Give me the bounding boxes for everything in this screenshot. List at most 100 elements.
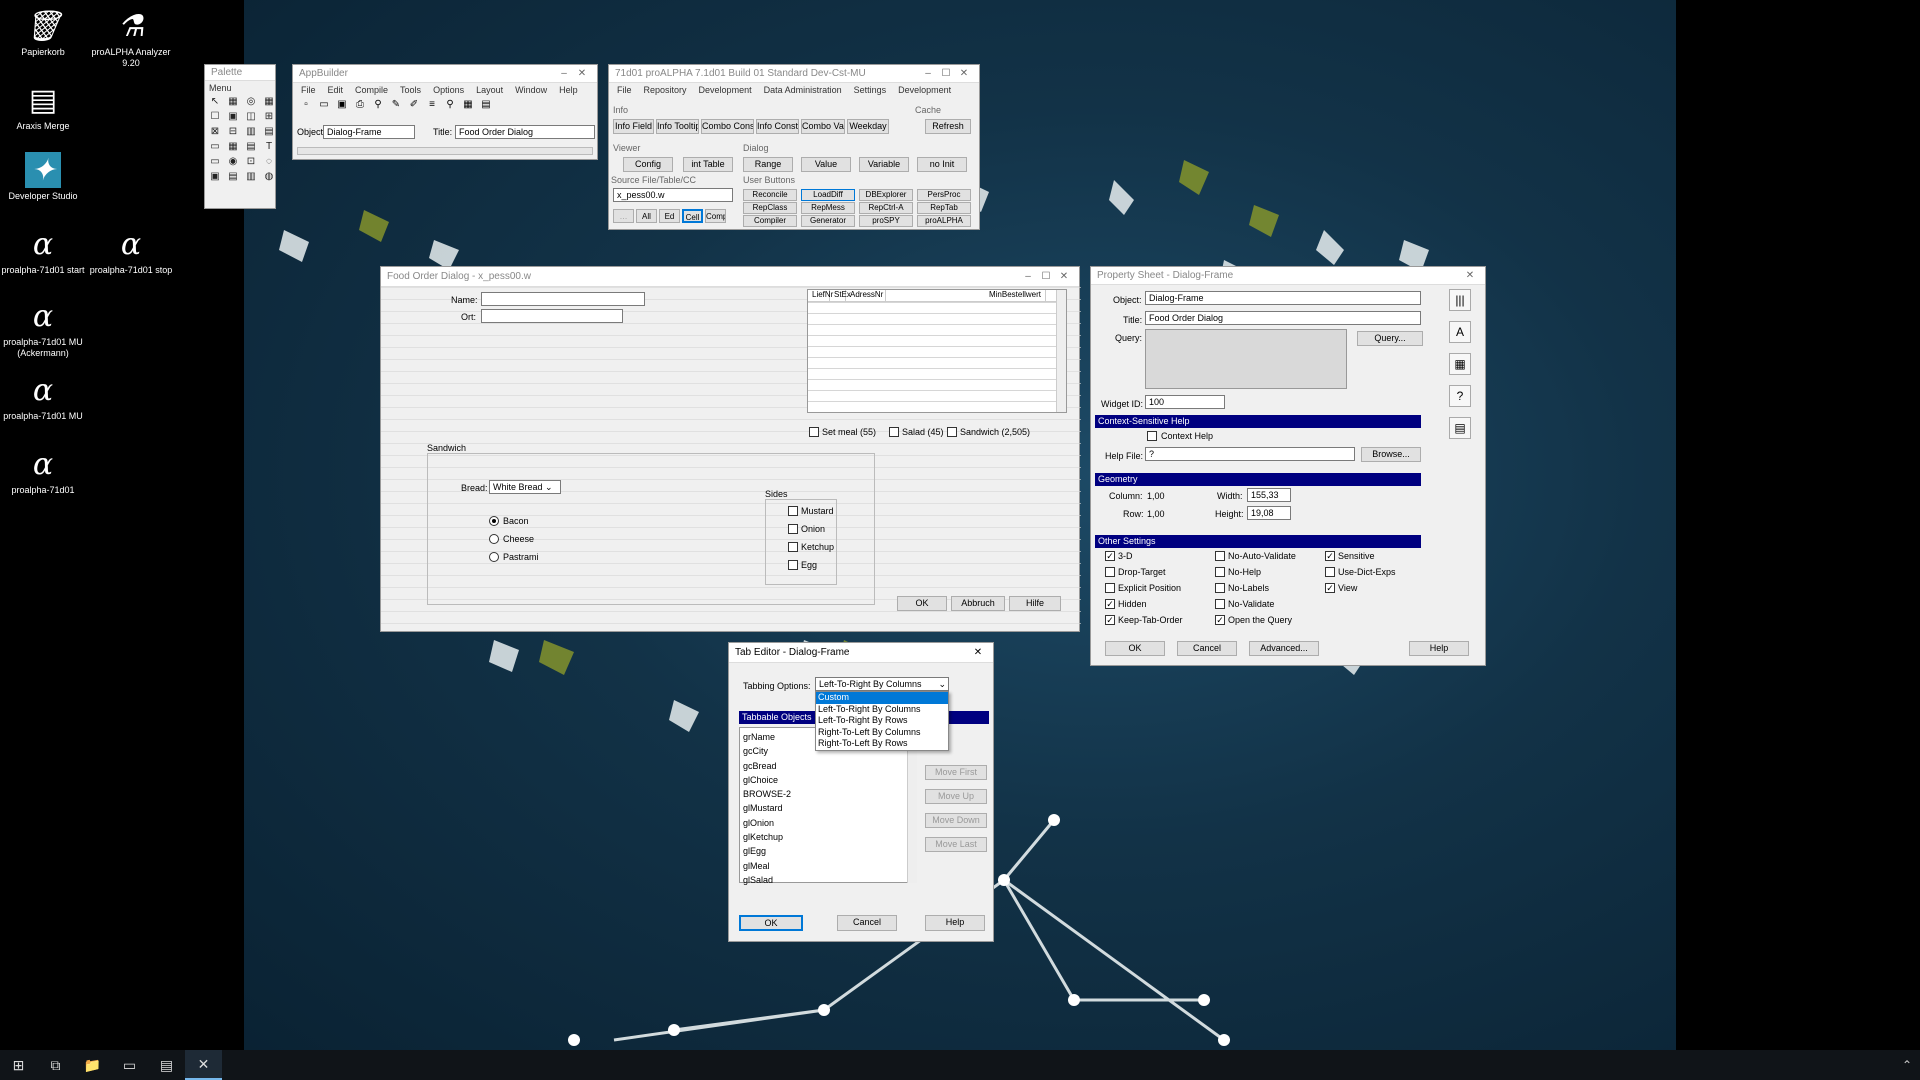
user-button[interactable]: RepTab — [917, 202, 971, 214]
info-button[interactable]: Info Field — [613, 119, 654, 134]
source-tool-button[interactable]: … — [613, 209, 634, 223]
palette-tool-icon[interactable]: ▣ — [226, 110, 240, 123]
desktop-icon-pa[interactable]: α proalpha-71d01 — [0, 446, 88, 496]
close-icon[interactable]: ✕ — [969, 647, 987, 658]
user-button[interactable]: PersProc — [917, 189, 971, 201]
property-tool-icon[interactable]: A — [1449, 321, 1471, 343]
viewer-button[interactable]: int Table — [683, 157, 733, 172]
title-field[interactable]: Food Order Dialog — [455, 125, 595, 139]
query-editor[interactable] — [1145, 329, 1347, 389]
user-button[interactable]: RepCtrl-A — [859, 202, 913, 214]
palette-tool-icon[interactable]: ▦ — [262, 95, 276, 108]
setting-checkbox[interactable] — [1215, 583, 1225, 593]
dialog-button[interactable]: Value — [801, 157, 851, 172]
setting-checkbox[interactable] — [1215, 599, 1225, 609]
toolbar-icon[interactable]: ▭ — [317, 99, 331, 110]
palette-tool-icon[interactable]: ▭ — [208, 155, 222, 168]
widget-id-field[interactable]: 100 — [1145, 395, 1225, 409]
desktop-icon-papierkorb[interactable]: 🗑 Papierkorb — [0, 8, 88, 58]
browse-column-header[interactable]: AdressNr — [846, 290, 886, 301]
bread-radio[interactable] — [489, 552, 499, 562]
property-tool-icon[interactable]: ? — [1449, 385, 1471, 407]
bread-select[interactable]: White Bread ⌄ — [489, 480, 561, 494]
dropdown-option[interactable]: Right-To-Left By Rows — [816, 738, 948, 750]
palette-tool-icon[interactable]: ⊡ — [244, 155, 258, 168]
tab-object-item[interactable]: glSalad — [740, 873, 916, 887]
tab-object-item[interactable]: BROWSE-2 — [740, 787, 916, 801]
dropdown-option[interactable]: Right-To-Left By Columns — [816, 727, 948, 739]
source-tool-button[interactable]: Cell — [682, 209, 703, 223]
menu-item[interactable]: Tools — [400, 85, 421, 95]
palette-tool-icon[interactable]: ▥ — [244, 125, 258, 138]
palette-menu[interactable]: Menu — [205, 81, 275, 95]
palette-tool-icon[interactable]: ▭ — [208, 140, 222, 153]
menu-item[interactable]: Data Administration — [764, 85, 842, 95]
setting-checkbox[interactable]: ✓ — [1215, 615, 1225, 625]
windows-start-icon[interactable]: ⊞ — [0, 1050, 37, 1080]
browse-button[interactable]: Browse... — [1361, 447, 1421, 462]
dialog-button[interactable]: no Init — [917, 157, 967, 172]
move-button[interactable]: Move First — [925, 765, 987, 780]
move-button[interactable]: Move Last — [925, 837, 987, 852]
toolbar-icon[interactable]: ▤ — [479, 99, 493, 110]
palette-tool-icon[interactable]: ⊞ — [262, 110, 276, 123]
palette-tool-icon[interactable]: ▤ — [244, 140, 258, 153]
setting-checkbox[interactable] — [1215, 567, 1225, 577]
tabbing-options-dropdown[interactable]: Custom Left-To-Right By Columns Left-To-Ri… — [815, 691, 949, 751]
menu-item[interactable]: Window — [515, 85, 547, 95]
palette-tool-icon[interactable]: ⊟ — [226, 125, 240, 138]
query-button[interactable]: Query... — [1357, 331, 1423, 346]
dialog-button[interactable]: Variable — [859, 157, 909, 172]
help-file-field[interactable]: ? — [1145, 447, 1355, 461]
tab-object-item[interactable]: glMustard — [740, 801, 916, 815]
palette-tool-icon[interactable]: ▥ — [244, 170, 258, 183]
desktop-icon-araxis[interactable]: ▤ Araxis Merge — [0, 82, 88, 132]
menu-item[interactable]: Options — [433, 85, 464, 95]
help-button[interactable]: Help — [1409, 641, 1469, 656]
menu-item[interactable]: Help — [559, 85, 578, 95]
user-button[interactable]: Generator — [801, 215, 855, 227]
tab-object-item[interactable]: glOnion — [740, 816, 916, 830]
palette-tool-icon[interactable]: ▤ — [262, 125, 276, 138]
user-button[interactable]: proSPY — [859, 215, 913, 227]
terminal-icon[interactable]: ▭ — [111, 1050, 148, 1080]
supplier-browse[interactable]: LiefNr StEx AdressNr MinBestellwert — [807, 289, 1067, 413]
browse-column-header[interactable]: StEx — [830, 290, 851, 301]
source-tool-button[interactable]: All — [636, 209, 657, 223]
user-button[interactable]: RepMess — [801, 202, 855, 214]
cancel-button[interactable]: Cancel — [837, 915, 897, 931]
palette-tool-icon[interactable]: T — [262, 140, 276, 153]
palette-tool-icon[interactable]: ⊠ — [208, 125, 222, 138]
palette-tool-icon[interactable]: ◍ — [262, 170, 276, 183]
toolbar-icon[interactable]: ✐ — [407, 99, 421, 110]
menu-item[interactable]: Layout — [476, 85, 503, 95]
side-checkbox[interactable] — [788, 542, 798, 552]
ort-field[interactable] — [481, 309, 623, 323]
food-type-checkbox[interactable] — [947, 427, 957, 437]
toolbar-icon[interactable]: ≡ — [425, 99, 439, 110]
height-field[interactable]: 19,08 — [1247, 506, 1291, 520]
browse-column-header[interactable]: LiefNr — [808, 290, 833, 301]
source-tool-button[interactable]: Ed — [659, 209, 680, 223]
menu-item[interactable]: Edit — [328, 85, 344, 95]
info-button[interactable]: Combo Const — [701, 119, 754, 134]
setting-checkbox[interactable] — [1105, 567, 1115, 577]
info-button[interactable]: Info Const — [756, 119, 799, 134]
close-icon[interactable]: ✕ — [573, 68, 591, 79]
property-tool-icon[interactable]: ||| — [1449, 289, 1471, 311]
tab-object-item[interactable]: gcBread — [740, 759, 916, 773]
advanced-button[interactable]: Advanced... — [1249, 641, 1319, 656]
property-tool-icon[interactable]: ▤ — [1449, 417, 1471, 439]
ok-button[interactable]: OK — [739, 915, 803, 931]
food-type-checkbox[interactable] — [889, 427, 899, 437]
user-button[interactable]: DBExplorer — [859, 189, 913, 201]
setting-checkbox[interactable]: ✓ — [1105, 599, 1115, 609]
menu-item[interactable]: File — [301, 85, 316, 95]
ok-button[interactable]: OK — [897, 596, 947, 611]
horizontal-scrollbar[interactable] — [297, 147, 593, 155]
toolbar-icon[interactable]: ⚲ — [371, 99, 385, 110]
minimize-icon[interactable]: – — [555, 68, 573, 79]
setting-checkbox[interactable]: ✓ — [1105, 615, 1115, 625]
appbuilder-icon[interactable]: ✕ — [185, 1050, 222, 1080]
palette-tool-icon[interactable]: ◎ — [244, 95, 258, 108]
